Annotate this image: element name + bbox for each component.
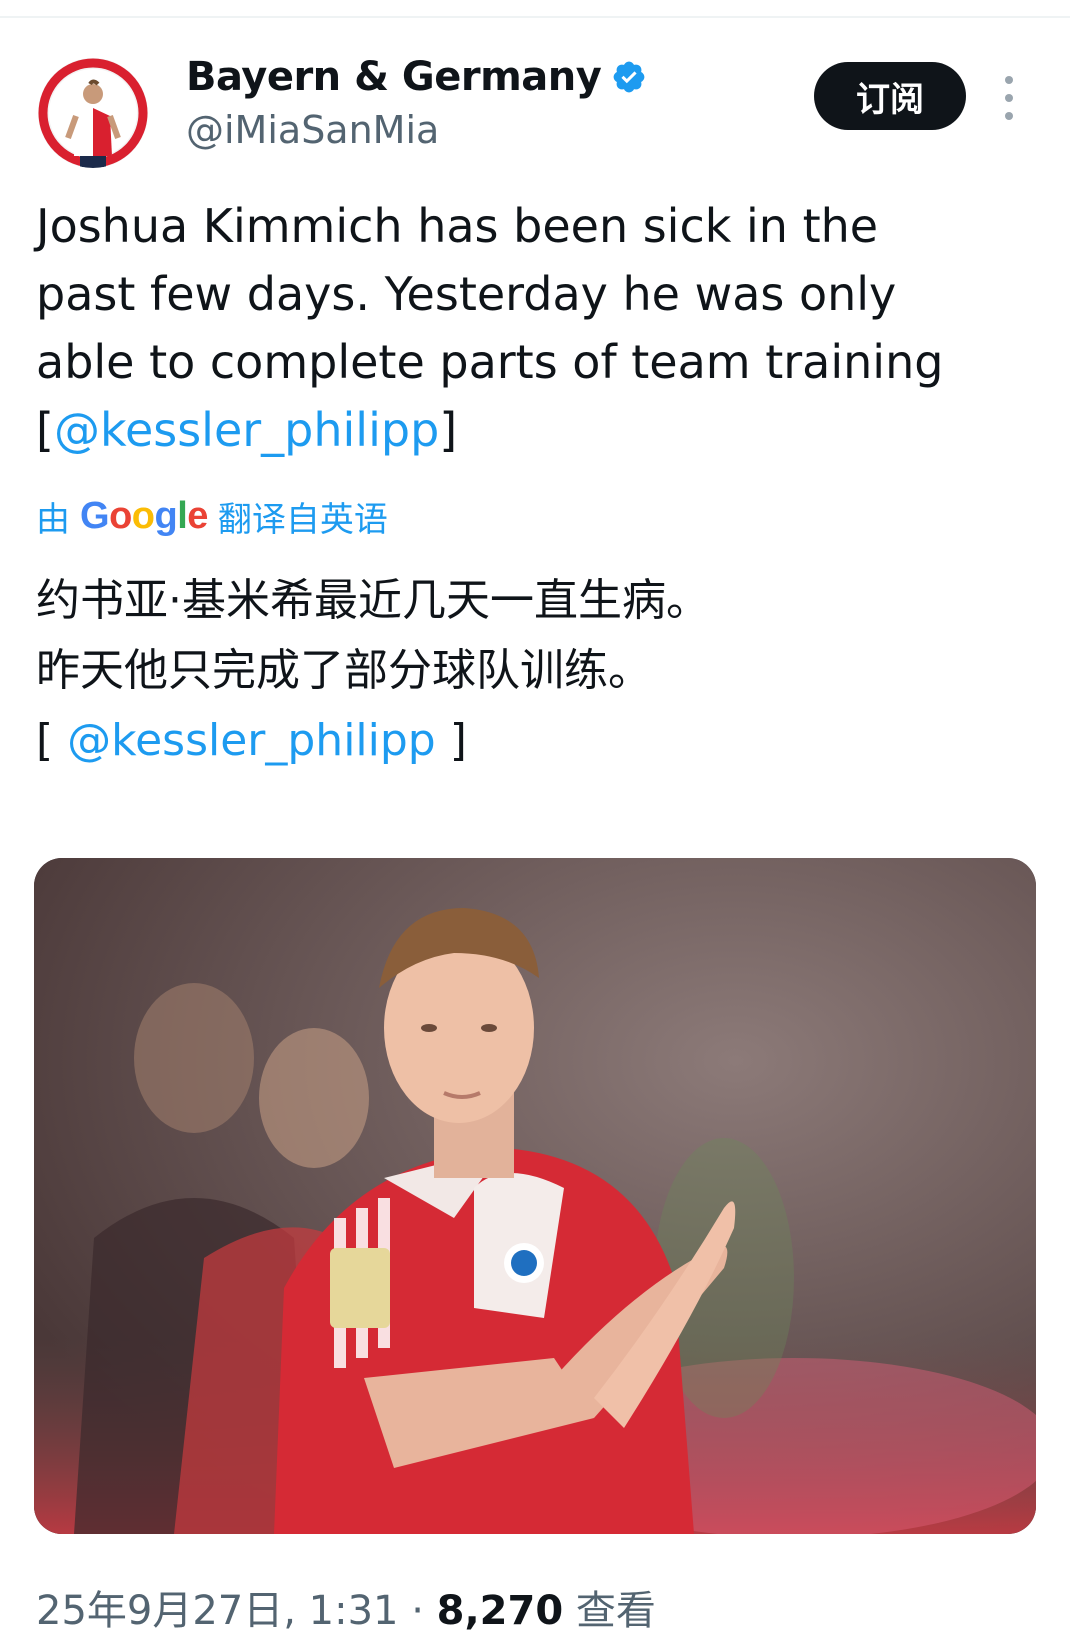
more-options-icon[interactable]	[996, 76, 1022, 120]
author-name-row[interactable]: Bayern & Germany	[186, 54, 647, 100]
translated-text-line: 约书亚·基米希最近几天一直生病。	[36, 575, 710, 626]
bracket-close: ]	[435, 715, 467, 766]
translated-text: 约书亚·基米希最近几天一直生病。 昨天他只完成了部分球队训练。 [ @kessl…	[36, 566, 1036, 776]
tweet-timestamp[interactable]: 25年9月27日, 1:31	[36, 1578, 399, 1636]
views-count: 8,270	[436, 1588, 564, 1634]
translated-text-line: 昨天他只完成了部分球队训练。	[36, 645, 652, 696]
mention-link[interactable]: @kessler_philipp	[54, 403, 439, 457]
tweet-text-line: Joshua Kimmich has been sick in the	[36, 199, 879, 253]
views-label: 查看	[563, 1588, 656, 1634]
google-logo-icon: Google	[80, 495, 208, 537]
mention-link[interactable]: @kessler_philipp	[67, 715, 436, 766]
tweet-mention-line: [@kessler_philipp]	[36, 396, 1046, 464]
author-display-name[interactable]: Bayern & Germany	[186, 54, 602, 100]
tweet-text-line: past few days. Yesterday he was only	[36, 267, 897, 321]
translated-mention-line: [ @kessler_philipp ]	[36, 706, 1036, 776]
photo-of-player-applauding-icon	[34, 858, 1036, 1534]
avatar-image	[38, 58, 148, 168]
translation-suffix: 翻译自英语	[217, 500, 388, 540]
tweet-media-photo[interactable]	[34, 858, 1036, 1534]
translation-prefix: 由	[36, 500, 70, 540]
bracket-open: [	[36, 403, 54, 457]
top-divider	[0, 0, 1070, 18]
author-handle[interactable]: @iMiaSanMia	[186, 108, 439, 152]
tweet-text: Joshua Kimmich has been sick in the past…	[36, 192, 1046, 464]
verified-badge-icon	[611, 59, 647, 95]
translation-attribution[interactable]: 由 Google 翻译自英语	[36, 492, 388, 541]
avatar[interactable]	[38, 58, 148, 168]
tweet-footer-meta: 25年9月27日, 1:31 · 8,270 查看	[36, 1578, 656, 1636]
bracket-close: ]	[439, 403, 458, 457]
tweet-text-line: able to complete parts of team training	[36, 335, 944, 389]
meta-separator: ·	[398, 1588, 437, 1634]
bracket-open: [	[36, 715, 68, 766]
subscribe-button[interactable]: 订阅	[814, 62, 966, 130]
